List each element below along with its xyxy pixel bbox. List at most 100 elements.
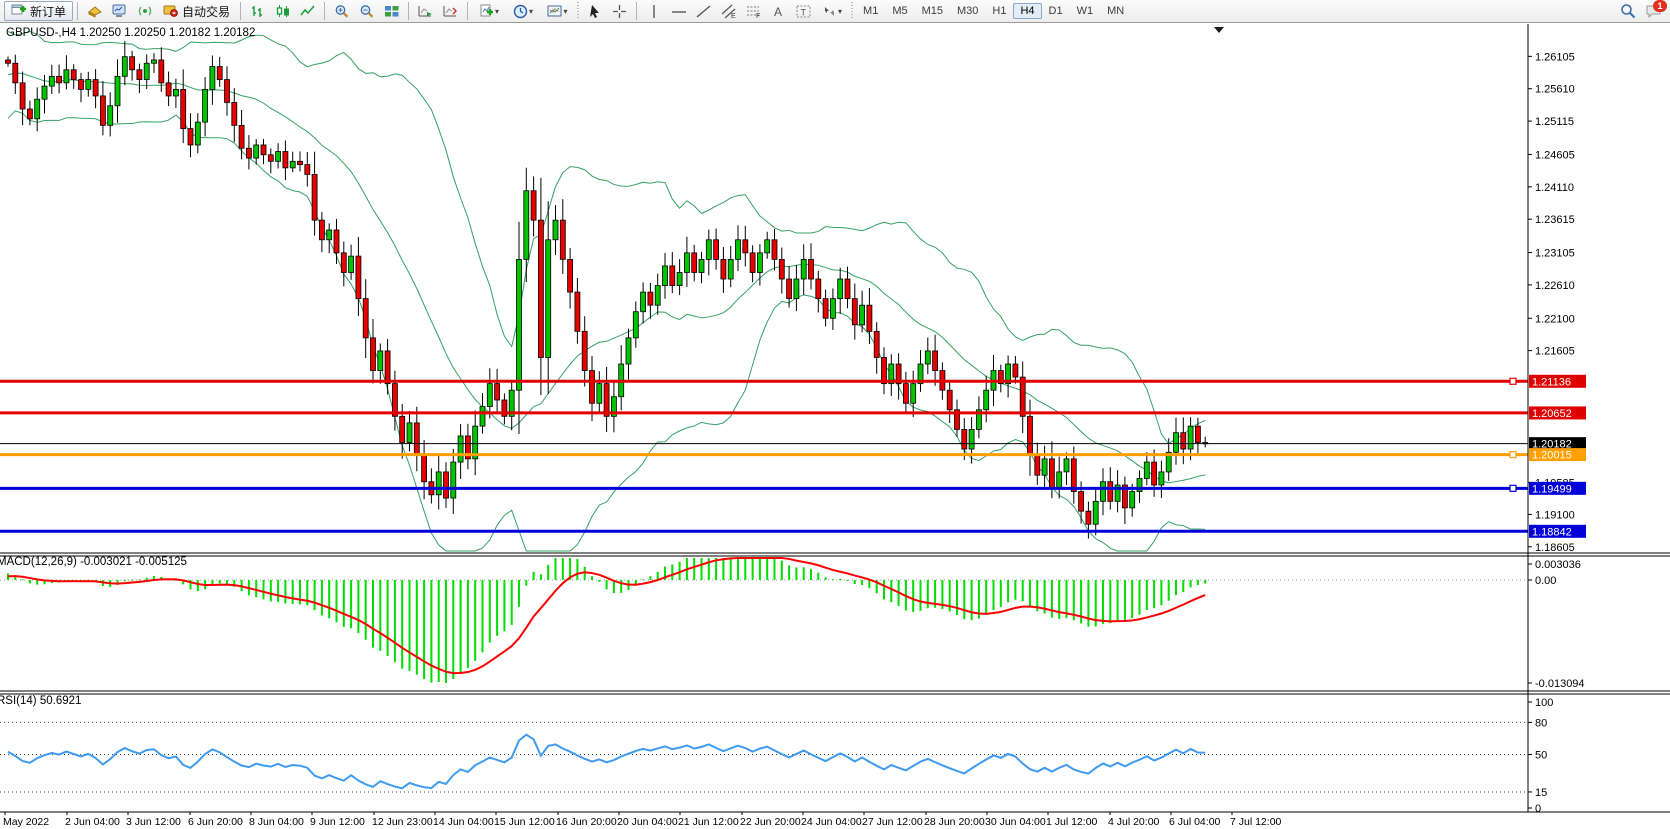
candle-body bbox=[246, 148, 251, 158]
candle-body bbox=[655, 286, 660, 306]
price-line-label: 1.19499 bbox=[1532, 483, 1572, 495]
y-axis-tick-label: 1.25610 bbox=[1535, 84, 1575, 96]
macd-histogram-bar bbox=[1168, 580, 1170, 601]
chart-background bbox=[0, 23, 1670, 829]
candle-body bbox=[575, 292, 580, 331]
macd-histogram-bar bbox=[701, 558, 703, 580]
candle-body bbox=[334, 230, 339, 253]
candle-body bbox=[524, 191, 529, 260]
candle-body bbox=[57, 76, 62, 83]
line-drag-handle[interactable] bbox=[1510, 378, 1516, 384]
candle-body bbox=[874, 331, 879, 357]
candle-body bbox=[451, 462, 456, 498]
candle-body bbox=[787, 279, 792, 299]
candle-body bbox=[181, 89, 186, 128]
candle-body bbox=[225, 80, 230, 103]
candle-body bbox=[969, 429, 974, 449]
candle-body bbox=[1071, 459, 1076, 492]
macd-histogram-bar bbox=[825, 577, 827, 580]
candle-body bbox=[531, 191, 536, 220]
candle-body bbox=[232, 102, 237, 125]
candle-body bbox=[86, 80, 91, 90]
line-drag-handle[interactable] bbox=[1510, 452, 1516, 458]
macd-histogram-bar bbox=[299, 580, 301, 604]
macd-histogram-bar bbox=[963, 580, 965, 619]
macd-histogram-bar bbox=[226, 580, 228, 584]
candle-body bbox=[1108, 482, 1113, 502]
candle-body bbox=[743, 240, 748, 253]
candle-body bbox=[203, 89, 208, 122]
candle-body bbox=[1130, 492, 1135, 508]
macd-histogram-bar bbox=[912, 580, 914, 612]
candle-body bbox=[152, 60, 157, 63]
macd-histogram-bar bbox=[328, 580, 330, 618]
macd-histogram-bar bbox=[752, 558, 754, 580]
macd-histogram-bar bbox=[29, 580, 31, 583]
macd-histogram-bar bbox=[423, 580, 425, 679]
macd-histogram-bar bbox=[744, 558, 746, 580]
macd-histogram-bar bbox=[774, 558, 776, 580]
macd-histogram-bar bbox=[401, 580, 403, 669]
macd-histogram-bar bbox=[1109, 580, 1111, 623]
candle-body bbox=[239, 125, 244, 148]
candle-body bbox=[911, 384, 916, 404]
macd-histogram-bar bbox=[1007, 580, 1009, 602]
candle-body bbox=[480, 407, 485, 427]
line-drag-handle[interactable] bbox=[1510, 485, 1516, 491]
macd-histogram-bar bbox=[832, 579, 834, 580]
macd-histogram-bar bbox=[1014, 580, 1016, 600]
rsi-axis-label: 15 bbox=[1535, 787, 1547, 799]
y-axis-tick-label: 1.23615 bbox=[1535, 214, 1575, 226]
candle-body bbox=[64, 70, 69, 83]
macd-histogram-bar bbox=[321, 580, 323, 616]
candle-body bbox=[984, 390, 989, 410]
candle-body bbox=[261, 145, 266, 155]
chart-canvas[interactable]: 1.261051.256101.251151.246051.241101.236… bbox=[0, 0, 1670, 829]
candle-body bbox=[648, 292, 653, 305]
candle-body bbox=[254, 145, 259, 158]
macd-histogram-bar bbox=[1131, 580, 1133, 618]
macd-histogram-bar bbox=[277, 580, 279, 602]
macd-values: -0.003021 -0.005125 bbox=[80, 556, 187, 568]
macd-histogram-bar bbox=[350, 580, 352, 628]
macd-histogram-bar bbox=[394, 580, 396, 662]
y-axis-tick-label: 1.22100 bbox=[1535, 313, 1575, 325]
x-axis-date-label: 24 Jun 04:00 bbox=[801, 816, 862, 828]
candle-body bbox=[590, 371, 595, 404]
macd-histogram-bar bbox=[1190, 580, 1192, 587]
macd-histogram-bar bbox=[810, 569, 812, 580]
macd-histogram-bar bbox=[430, 580, 432, 683]
rsi-name: RSI(14) bbox=[0, 695, 37, 707]
candle-body bbox=[538, 220, 543, 357]
macd-histogram-bar bbox=[131, 580, 133, 581]
macd-histogram-bar bbox=[1124, 580, 1126, 620]
candle-body bbox=[867, 305, 872, 331]
candle-body bbox=[1035, 456, 1040, 476]
macd-histogram-bar bbox=[525, 580, 527, 586]
candle-body bbox=[414, 423, 419, 456]
macd-histogram-bar bbox=[489, 580, 491, 643]
mt4-window: 新订单 自动交易 bbox=[0, 0, 1670, 829]
macd-axis-label: 0.003036 bbox=[1535, 559, 1581, 571]
y-axis-tick-label: 1.23105 bbox=[1535, 248, 1575, 260]
candle-body bbox=[852, 299, 857, 325]
macd-histogram-bar bbox=[460, 580, 462, 672]
candle-body bbox=[604, 384, 609, 417]
macd-histogram-bar bbox=[781, 561, 783, 580]
macd-histogram-bar bbox=[649, 576, 651, 580]
candle-body bbox=[159, 60, 164, 83]
candle-body bbox=[115, 76, 120, 105]
rsi-axis-label: 100 bbox=[1535, 697, 1553, 709]
candle-body bbox=[1174, 433, 1179, 453]
y-axis-tick-label: 1.22610 bbox=[1535, 280, 1575, 292]
candle-body bbox=[830, 299, 835, 319]
price-line-label: 1.20652 bbox=[1532, 408, 1572, 420]
macd-histogram-bar bbox=[693, 558, 695, 580]
macd-histogram-bar bbox=[482, 580, 484, 652]
candle-body bbox=[305, 165, 310, 175]
x-axis-date-label: 1 Jul 12:00 bbox=[1046, 816, 1098, 828]
candle-body bbox=[71, 70, 76, 80]
candle-body bbox=[108, 106, 113, 126]
candle-body bbox=[100, 96, 105, 125]
macd-histogram-bar bbox=[1160, 580, 1162, 605]
